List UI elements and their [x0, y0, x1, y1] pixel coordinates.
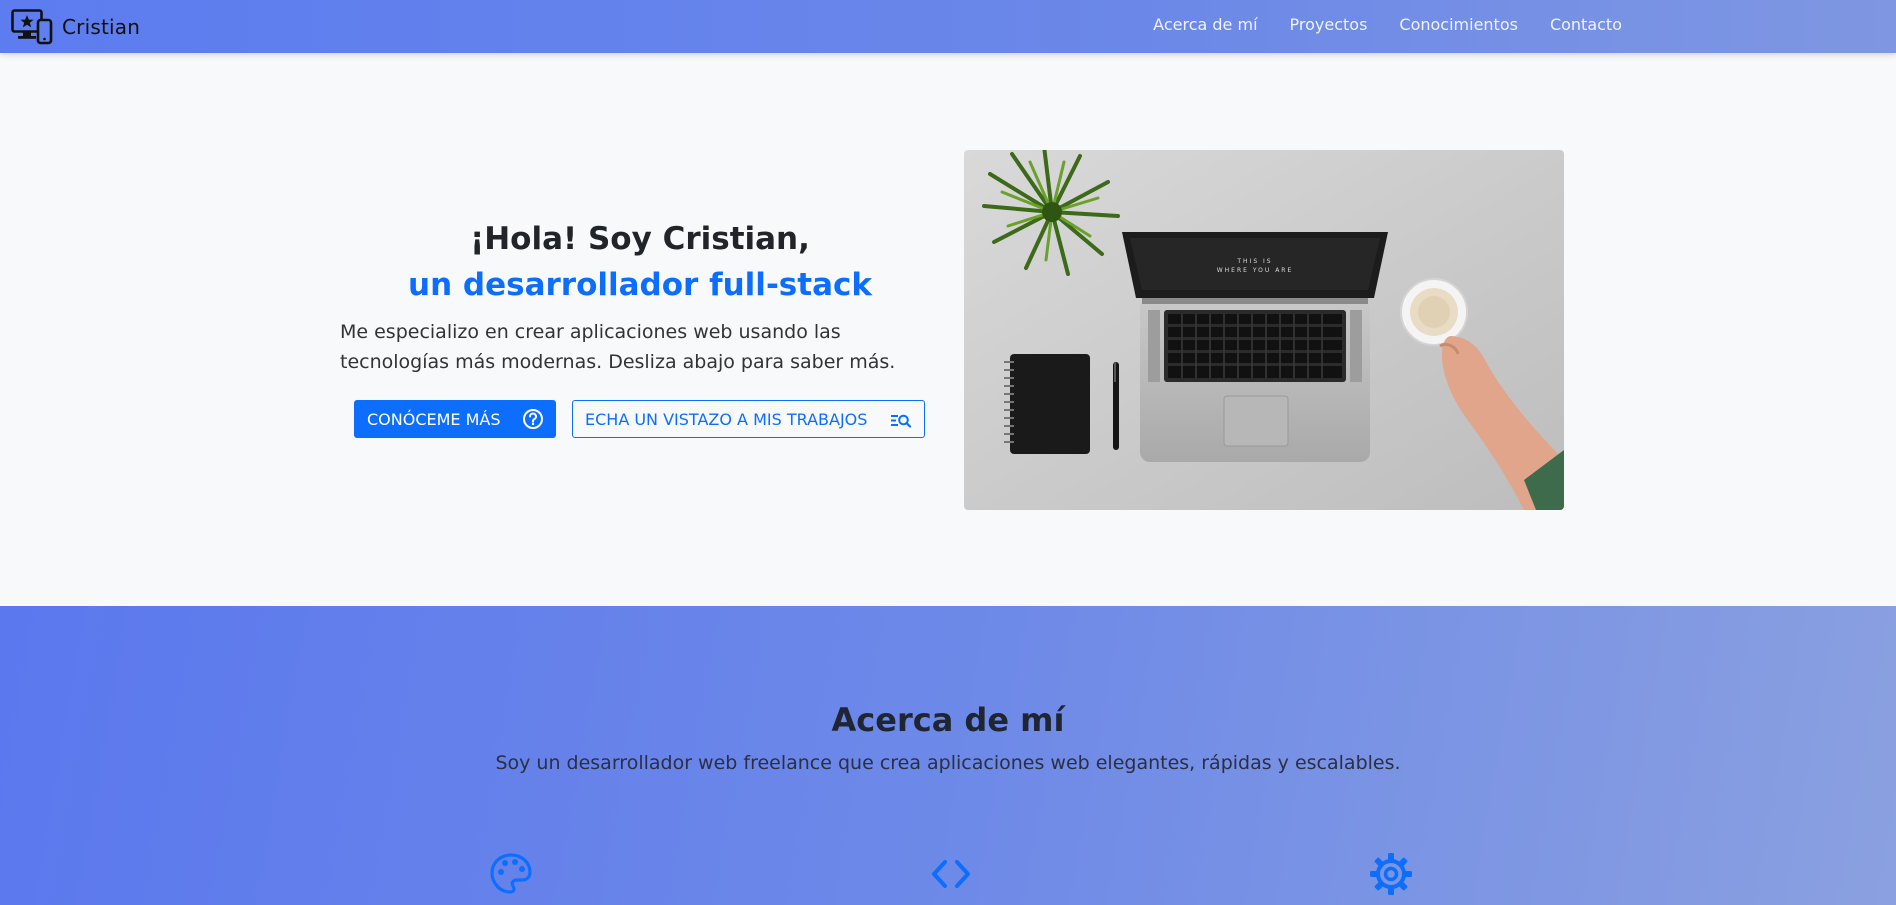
- navbar: Cristian Acerca de mí Proyectos Conocimi…: [0, 0, 1896, 53]
- nav-link-proyectos[interactable]: Proyectos: [1290, 15, 1368, 34]
- hero-desk-image: THIS IS WHERE YOU ARE: [964, 150, 1564, 510]
- notebook: [1004, 354, 1090, 454]
- about-title: Acerca de mí: [831, 701, 1065, 739]
- gear-icon: [1370, 853, 1412, 895]
- question-circle-icon: [523, 409, 543, 429]
- code-icon: [932, 860, 970, 888]
- pen: [1113, 362, 1119, 450]
- brand-name: Cristian: [62, 15, 141, 39]
- nav-links: Acerca de mí Proyectos Conocimientos Con…: [1121, 15, 1622, 34]
- about-subtitle: Soy un desarrollador web freelance que c…: [495, 752, 1401, 774]
- coffee-cup: [1400, 278, 1468, 346]
- view-projects-button[interactable]: ECHA UN VISTAZO A MIS TRABAJOS: [572, 400, 925, 438]
- laptop: THIS IS WHERE YOU ARE: [1122, 232, 1388, 462]
- about-me-button-label: CONÓCEME MÁS: [367, 409, 501, 429]
- nav-link-conocimientos[interactable]: Conocimientos: [1399, 15, 1518, 34]
- nav-link-acerca[interactable]: Acerca de mí: [1153, 15, 1257, 34]
- hero-description: Me especializo en crear aplicaciones web…: [340, 321, 896, 373]
- search-list-icon: [891, 414, 912, 428]
- laptop-screen-text-2: WHERE YOU ARE: [1217, 267, 1294, 274]
- hero-title: ¡Hola! Soy Cristian,: [470, 221, 810, 257]
- about-me-button[interactable]: CONÓCEME MÁS: [354, 400, 556, 438]
- nav-link-contacto[interactable]: Contacto: [1550, 15, 1622, 34]
- view-projects-button-label: ECHA UN VISTAZO A MIS TRABAJOS: [585, 409, 868, 429]
- palette-icon: [490, 853, 532, 894]
- laptop-screen-text-1: THIS IS: [1236, 258, 1272, 265]
- navbar-brand[interactable]: Cristian: [11, 9, 140, 45]
- hero-section: ¡Hola! Soy Cristian, un desarrollador fu…: [0, 53, 1896, 606]
- hero-subtitle: un desarrollador full-stack: [408, 267, 872, 303]
- about-section: Acerca de mí Soy un desarrollador web fr…: [0, 606, 1896, 905]
- devices-star-icon: [11, 9, 53, 45]
